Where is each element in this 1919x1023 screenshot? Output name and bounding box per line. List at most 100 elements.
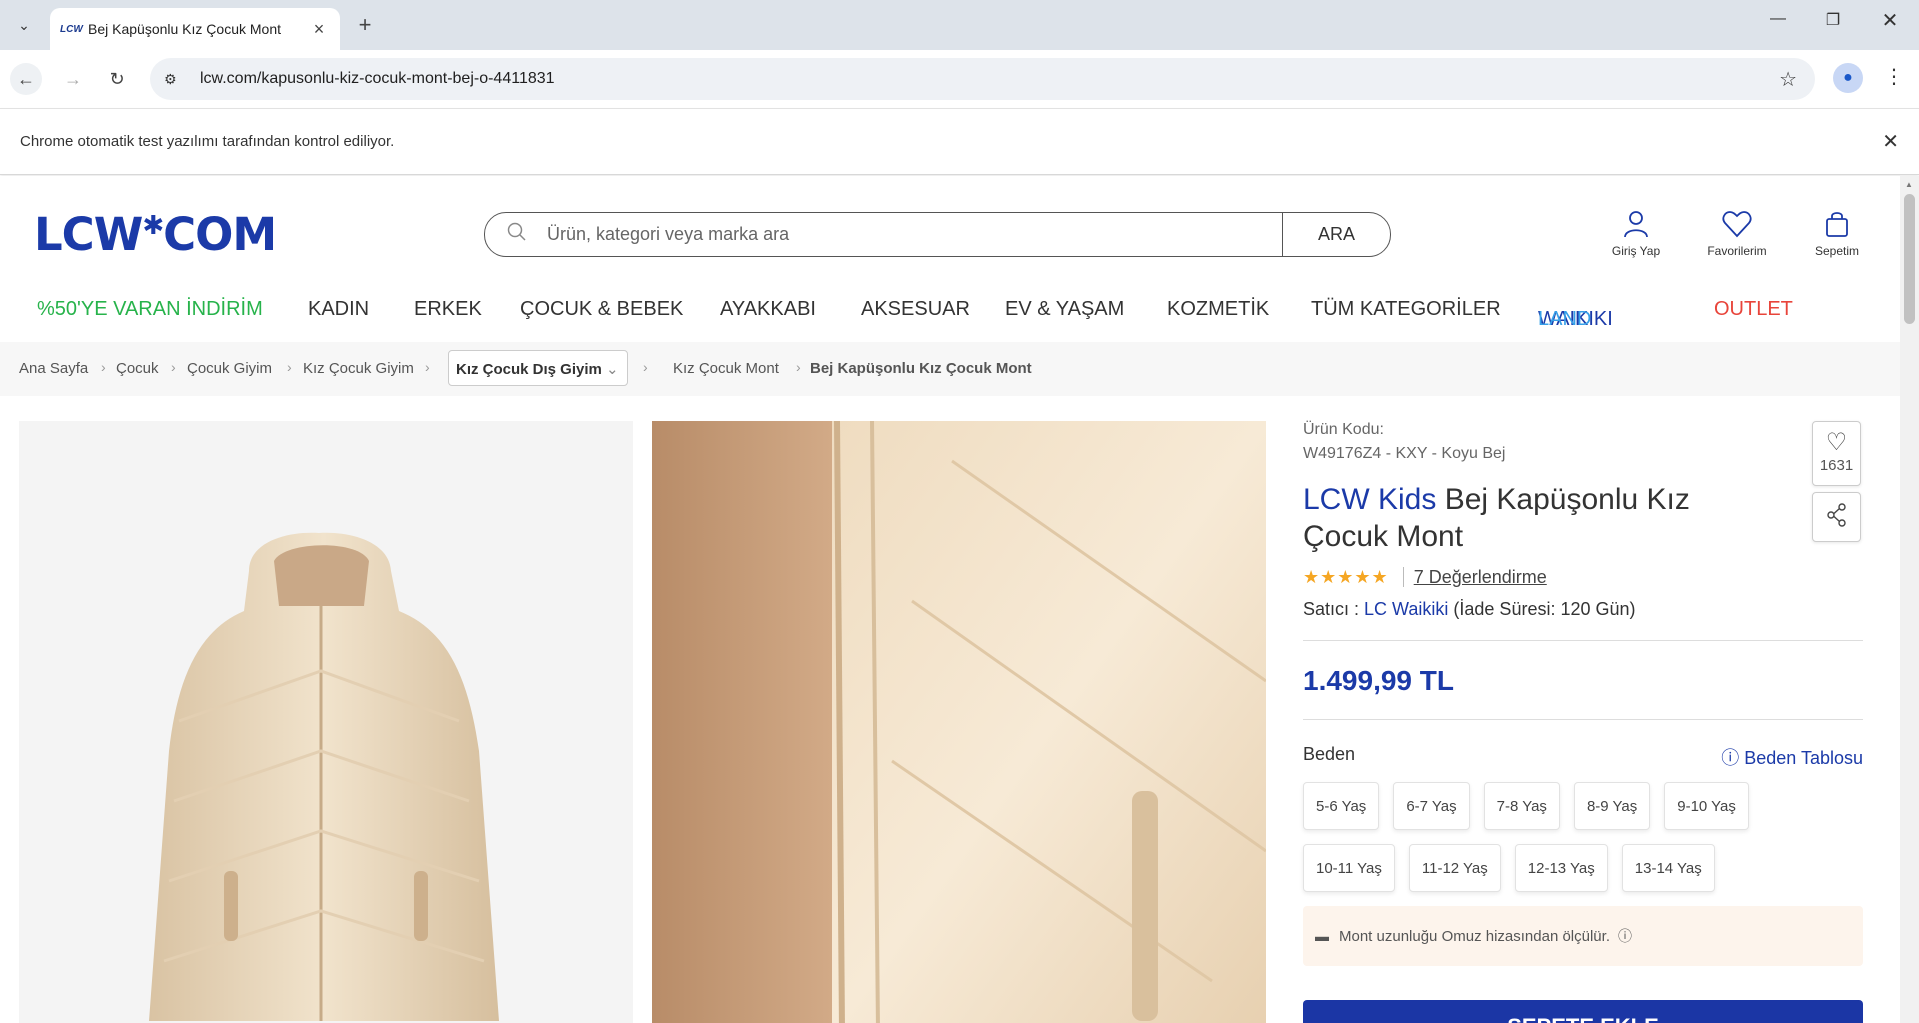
divider bbox=[1303, 640, 1863, 641]
browser-tab[interactable]: LCW Bej Kapüşonlu Kız Çocuk Mont × bbox=[50, 8, 340, 50]
site-logo[interactable]: LCW✱COM bbox=[34, 211, 277, 257]
logo-star-icon: ✱ bbox=[142, 211, 164, 241]
breadcrumb-dropdown-label: Kız Çocuk Dış Giyim bbox=[456, 361, 602, 378]
size-option[interactable]: 13-14 Yaş bbox=[1621, 844, 1715, 892]
profile-avatar-icon[interactable]: ● bbox=[1833, 63, 1863, 93]
browser-toolbar: ← → ↻ ⚙ lcw.com/kapusonlu-kiz-cocuk-mont… bbox=[0, 50, 1919, 108]
seller-label: Satıcı : bbox=[1303, 599, 1360, 619]
nav-item-discount[interactable]: %50'YE VARAN İNDİRİM bbox=[37, 298, 263, 321]
scrollbar-thumb[interactable] bbox=[1904, 194, 1915, 324]
back-button[interactable]: ← bbox=[10, 63, 42, 95]
tab-favicon: LCW bbox=[60, 23, 83, 35]
cart-button[interactable]: Sepetim bbox=[1792, 210, 1882, 258]
product-code-label: Ürün Kodu: bbox=[1303, 421, 1384, 438]
nav-item-outlet[interactable]: OUTLET bbox=[1714, 298, 1793, 321]
size-option[interactable]: 12-13 Yaş bbox=[1514, 844, 1608, 892]
divider bbox=[1303, 719, 1863, 720]
favorites-label: Favorilerim bbox=[1707, 244, 1767, 258]
breadcrumb-home[interactable]: Ana Sayfa bbox=[19, 360, 88, 377]
user-icon bbox=[1591, 210, 1681, 242]
size-option[interactable]: 9-10 Yaş bbox=[1664, 782, 1749, 830]
chevron-right-icon: › bbox=[425, 359, 430, 375]
seller-name-link[interactable]: LC Waikiki bbox=[1364, 599, 1448, 619]
logo-text: LCW bbox=[34, 208, 143, 261]
search-button[interactable]: ARA bbox=[1282, 213, 1390, 256]
size-table-label: Beden Tablosu bbox=[1744, 748, 1863, 768]
size-note: ▬ Mont uzunluğu Omuz hizasından ölçülür.… bbox=[1303, 906, 1863, 966]
share-button[interactable] bbox=[1812, 492, 1861, 542]
favorites-button[interactable]: Favorilerim bbox=[1692, 210, 1782, 258]
favorite-count: 1631 bbox=[1819, 457, 1854, 474]
return-period: (İade Süresi: 120 Gün) bbox=[1453, 599, 1636, 619]
infobar-close-icon[interactable]: ✕ bbox=[1882, 129, 1899, 154]
reviews-link[interactable]: 7 Değerlendirme bbox=[1414, 567, 1547, 588]
shopping-bag-icon bbox=[1792, 210, 1882, 242]
nav-item-kids[interactable]: ÇOCUK & BEBEK bbox=[520, 298, 683, 321]
heart-icon: ♡ bbox=[1825, 429, 1848, 456]
size-table-link[interactable]: ⓘ Beden Tablosu bbox=[1721, 744, 1863, 770]
rating-divider bbox=[1402, 567, 1404, 587]
breadcrumb-cocuk[interactable]: Çocuk bbox=[116, 360, 159, 377]
size-label: Beden bbox=[1303, 744, 1356, 764]
minimize-button[interactable]: — bbox=[1758, 10, 1798, 28]
product-brand[interactable]: LCW Kids bbox=[1303, 483, 1436, 516]
size-option[interactable]: 5-6 Yaş bbox=[1303, 782, 1380, 830]
window-close-button[interactable]: ✕ bbox=[1870, 8, 1910, 33]
breadcrumb-cocuk-giyim[interactable]: Çocuk Giyim bbox=[187, 360, 272, 377]
nav-item-home[interactable]: EV & YAŞAM bbox=[1005, 298, 1124, 321]
infobar-text: Chrome otomatik test yazılımı tarafından… bbox=[20, 133, 395, 150]
cart-label: Sepetim bbox=[1814, 244, 1860, 258]
nav-item-shoes[interactable]: AYAKKABI bbox=[720, 298, 816, 321]
breadcrumb-kiz-cocuk-giyim[interactable]: Kız Çocuk Giyim bbox=[303, 360, 414, 377]
address-url[interactable]: lcw.com/kapusonlu-kiz-cocuk-mont-bej-o-4… bbox=[200, 70, 555, 88]
nav-item-men[interactable]: ERKEK bbox=[414, 298, 482, 321]
breadcrumb-current: Bej Kapüşonlu Kız Çocuk Mont bbox=[810, 360, 1032, 377]
tab-close-icon[interactable]: × bbox=[308, 19, 330, 40]
scroll-up-icon[interactable]: ▲ bbox=[1905, 180, 1913, 189]
product-info: Ürün Kodu: W49176Z4 - KXY - Koyu Bej LCW… bbox=[1303, 421, 1863, 1023]
login-button[interactable]: Giriş Yap bbox=[1591, 210, 1681, 258]
nav-item-all-categories[interactable]: TÜM KATEGORİLER bbox=[1311, 298, 1501, 321]
heart-icon bbox=[1692, 210, 1782, 242]
nav-item-cosmetics[interactable]: KOZMETİK bbox=[1167, 298, 1269, 321]
logo-suffix: COM bbox=[163, 208, 277, 261]
reload-button[interactable]: ↻ bbox=[101, 63, 133, 95]
tab-title: Bej Kapüşonlu Kız Çocuk Mont bbox=[88, 21, 281, 37]
size-option[interactable]: 10-11 Yaş bbox=[1303, 844, 1395, 892]
size-option[interactable]: 8-9 Yaş bbox=[1573, 782, 1651, 830]
product-image-detail[interactable] bbox=[652, 421, 1266, 1023]
main-navigation: %50'YE VARAN İNDİRİM KADIN ERKEK ÇOCUK &… bbox=[0, 288, 1900, 332]
restore-button[interactable]: ❐ bbox=[1813, 10, 1853, 30]
add-to-cart-button[interactable]: SEPETE EKLE bbox=[1303, 1000, 1863, 1023]
size-options: 5-6 Yaş 6-7 Yaş 7-8 Yaş 8-9 Yaş 9-10 Yaş… bbox=[1303, 782, 1843, 892]
site-info-icon[interactable]: ⚙ bbox=[164, 71, 188, 88]
size-option[interactable]: 11-12 Yaş bbox=[1408, 844, 1501, 892]
bookmark-star-icon[interactable]: ☆ bbox=[1779, 67, 1797, 92]
breadcrumb-dropdown[interactable]: Kız Çocuk Dış Giyim ⌄ bbox=[448, 350, 628, 386]
breadcrumb-kiz-cocuk-mont[interactable]: Kız Çocuk Mont bbox=[673, 360, 779, 377]
product-price: 1.499,99 TL bbox=[1303, 665, 1454, 696]
product-rating: ★★★★★ 7 Değerlendirme bbox=[1303, 565, 1863, 589]
rating-stars-icon: ★★★★★ bbox=[1303, 566, 1389, 587]
new-tab-button[interactable]: + bbox=[352, 12, 378, 38]
address-bar[interactable]: ⚙ lcw.com/kapusonlu-kiz-cocuk-mont-bej-o… bbox=[150, 58, 1815, 100]
size-option[interactable]: 6-7 Yaş bbox=[1393, 782, 1470, 830]
seller-info: Satıcı : LC Waikiki (İade Süresi: 120 Gü… bbox=[1303, 599, 1863, 620]
tab-search-button[interactable]: ⌄ bbox=[10, 12, 38, 38]
forward-button[interactable]: → bbox=[57, 63, 89, 95]
land-text: LAND bbox=[1538, 308, 1592, 330]
page-scrollbar[interactable]: ▲ bbox=[1900, 176, 1919, 1023]
add-favorite-button[interactable]: ♡ 1631 bbox=[1812, 421, 1861, 486]
search-bar: ARA bbox=[484, 212, 1391, 257]
search-icon bbox=[507, 222, 531, 247]
chevron-right-icon: › bbox=[643, 359, 648, 375]
search-input[interactable] bbox=[547, 224, 1267, 245]
product-code-value: W49176Z4 - KXY - Koyu Bej bbox=[1303, 445, 1506, 462]
info-icon: ⓘ bbox=[1721, 748, 1740, 768]
nav-item-accessories[interactable]: AKSESUAR bbox=[861, 298, 970, 321]
size-option[interactable]: 7-8 Yaş bbox=[1483, 782, 1560, 830]
browser-menu-icon[interactable]: ⋮ bbox=[1884, 64, 1904, 89]
nav-item-women[interactable]: KADIN bbox=[308, 298, 369, 321]
product-image-main[interactable] bbox=[19, 421, 633, 1023]
info-icon[interactable]: ⓘ bbox=[1618, 926, 1632, 946]
